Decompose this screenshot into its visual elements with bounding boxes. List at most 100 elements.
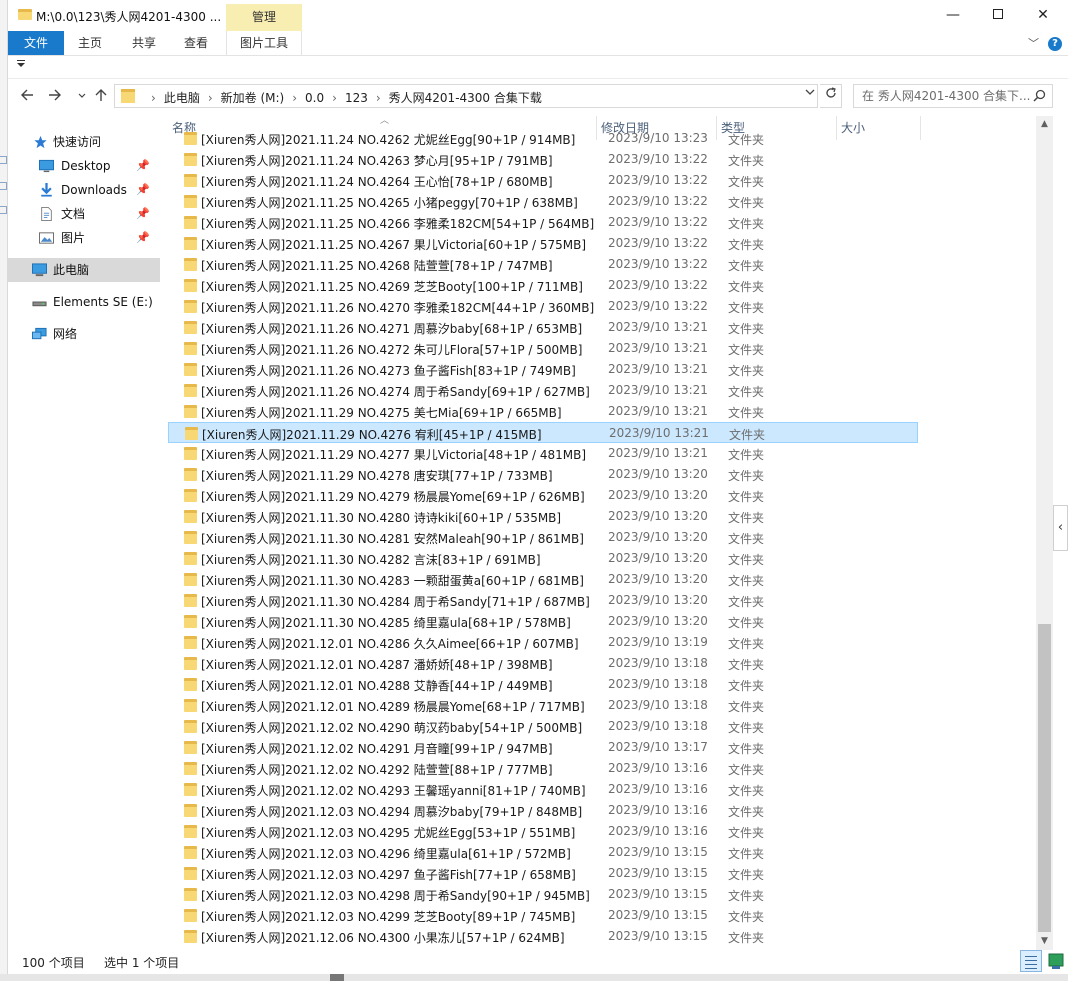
scroll-up-arrow-icon[interactable]: ▲ [1036, 116, 1053, 133]
scroll-down-arrow-icon[interactable]: ▼ [1036, 933, 1053, 950]
table-row[interactable]: [Xiuren秀人网]2021.12.02 NO.4290 萌汉药baby[54… [168, 716, 918, 737]
maximize-button[interactable] [975, 0, 1021, 31]
table-row[interactable]: [Xiuren秀人网]2021.12.01 NO.4288 艾静香[44+1P … [168, 674, 918, 695]
search-input[interactable] [854, 85, 1030, 107]
table-row[interactable]: [Xiuren秀人网]2021.11.26 NO.4274 周于希Sandy[6… [168, 380, 918, 401]
breadcrumb-this-pc[interactable]: 此电脑 [164, 91, 200, 105]
table-row[interactable]: [Xiuren秀人网]2021.12.02 NO.4292 陆萱萱[88+1P … [168, 758, 918, 779]
search-icon[interactable] [1033, 89, 1046, 102]
table-row[interactable]: [Xiuren秀人网]2021.11.30 NO.4281 安然Maleah[9… [168, 527, 918, 548]
nav-item-desktop[interactable]: Desktop 📌 [8, 154, 160, 178]
tab-view[interactable]: 查看 [172, 31, 220, 55]
table-row[interactable]: [Xiuren秀人网]2021.11.29 NO.4276 宥利[45+1P /… [168, 422, 918, 443]
table-row[interactable]: [Xiuren秀人网]2021.11.25 NO.4265 小猪peggy[70… [168, 191, 918, 212]
table-row[interactable]: [Xiuren秀人网]2021.11.30 NO.4284 周于希Sandy[7… [168, 590, 918, 611]
table-row[interactable]: [Xiuren秀人网]2021.11.24 NO.4262 尤妮丝Egg[90+… [168, 128, 918, 149]
table-row[interactable]: [Xiuren秀人网]2021.12.02 NO.4291 月音瞳[99+1P … [168, 737, 918, 758]
breadcrumb-current-folder[interactable]: 秀人网4201-4300 合集下载 [389, 91, 542, 105]
table-row[interactable]: [Xiuren秀人网]2021.11.30 NO.4285 绮里嘉ula[68+… [168, 611, 918, 632]
table-row[interactable]: [Xiuren秀人网]2021.12.03 NO.4296 绮里嘉ula[61+… [168, 842, 918, 863]
table-row[interactable]: [Xiuren秀人网]2021.12.01 NO.4287 潘娇娇[48+1P … [168, 653, 918, 674]
preview-pane-toggle[interactable]: ‹ [1053, 505, 1068, 551]
table-row[interactable]: [Xiuren秀人网]2021.11.30 NO.4283 一颗甜蛋黄a[60+… [168, 569, 918, 590]
table-row[interactable]: [Xiuren秀人网]2021.11.29 NO.4275 美七Mia[69+1… [168, 401, 918, 422]
table-row[interactable]: [Xiuren秀人网]2021.12.03 NO.4299 芝芝Booty[89… [168, 905, 918, 926]
folder-icon [184, 384, 197, 397]
file-type: 文件夹 [728, 763, 765, 777]
nav-item-this-pc[interactable]: 此电脑 [8, 258, 160, 282]
close-button[interactable]: ✕ [1020, 0, 1066, 31]
nav-item-quick-access[interactable]: 快速访问 [8, 130, 160, 154]
nav-item-downloads[interactable]: Downloads 📌 [8, 178, 160, 202]
refresh-button[interactable] [820, 84, 842, 108]
file-modified: 2023/9/10 13:22 [608, 278, 708, 292]
table-row[interactable]: [Xiuren秀人网]2021.12.03 NO.4294 周慕汐baby[79… [168, 800, 918, 821]
table-row[interactable]: [Xiuren秀人网]2021.11.29 NO.4279 杨晨晨Yome[69… [168, 485, 918, 506]
table-row[interactable]: [Xiuren秀人网]2021.12.03 NO.4297 鱼子酱Fish[77… [168, 863, 918, 884]
breadcrumb-separator-icon[interactable]: › [332, 91, 337, 105]
table-row[interactable]: [Xiuren秀人网]2021.11.25 NO.4269 芝芝Booty[10… [168, 275, 918, 296]
table-row[interactable]: [Xiuren秀人网]2021.12.01 NO.4286 久久Aimee[66… [168, 632, 918, 653]
file-name: [Xiuren秀人网]2021.11.24 NO.4262 尤妮丝Egg[90+… [201, 133, 576, 147]
table-row[interactable]: [Xiuren秀人网]2021.11.26 NO.4271 周慕汐baby[68… [168, 317, 918, 338]
tab-home[interactable]: 主页 [66, 31, 114, 55]
customize-toolbar-icon[interactable] [17, 60, 25, 71]
pin-icon[interactable]: 📌 [136, 178, 150, 202]
details-view-button[interactable] [1020, 950, 1042, 972]
table-row[interactable]: [Xiuren秀人网]2021.11.29 NO.4277 果儿Victoria… [168, 443, 918, 464]
recent-locations-button[interactable] [78, 91, 86, 102]
quick-access-toolbar [8, 57, 1068, 79]
breadcrumb-drive[interactable]: 新加卷 (M:) [221, 91, 285, 105]
table-row[interactable]: [Xiuren秀人网]2021.12.03 NO.4295 尤妮丝Egg[53+… [168, 821, 918, 842]
forward-button[interactable] [48, 87, 62, 106]
pin-icon[interactable]: 📌 [136, 226, 150, 250]
breadcrumb-separator-icon[interactable]: › [292, 91, 297, 105]
back-button[interactable] [20, 87, 34, 106]
table-row[interactable]: [Xiuren秀人网]2021.11.25 NO.4266 李雅柔182CM[5… [168, 212, 918, 233]
pin-icon[interactable]: 📌 [136, 202, 150, 226]
file-name: [Xiuren秀人网]2021.11.25 NO.4268 陆萱萱[78+1P … [201, 259, 553, 273]
minimize-button[interactable]: — [930, 0, 976, 31]
breadcrumb-separator-icon[interactable]: › [208, 91, 213, 105]
tab-share[interactable]: 共享 [120, 31, 168, 55]
table-row[interactable]: [Xiuren秀人网]2021.12.03 NO.4298 周于希Sandy[9… [168, 884, 918, 905]
computer-icon [32, 263, 47, 277]
table-row[interactable]: [Xiuren秀人网]2021.11.26 NO.4272 朱可儿Flora[5… [168, 338, 918, 359]
breadcrumb-folder-123[interactable]: 123 [345, 91, 368, 105]
table-row[interactable]: [Xiuren秀人网]2021.12.01 NO.4289 杨晨晨Yome[68… [168, 695, 918, 716]
up-button[interactable] [94, 87, 108, 106]
nav-item-documents[interactable]: 文档 📌 [8, 202, 160, 226]
folder-icon [184, 132, 197, 145]
table-row[interactable]: [Xiuren秀人网]2021.12.02 NO.4293 王馨瑶yanni[8… [168, 779, 918, 800]
breadcrumb-separator-icon[interactable]: › [376, 91, 381, 105]
vertical-scrollbar[interactable]: ▲ ▼ [1036, 116, 1053, 950]
table-row[interactable]: [Xiuren秀人网]2021.11.24 NO.4264 王心怡[78+1P … [168, 170, 918, 191]
table-row[interactable]: [Xiuren秀人网]2021.11.26 NO.4270 李雅柔182CM[4… [168, 296, 918, 317]
nav-item-pictures[interactable]: 图片 📌 [8, 226, 160, 250]
table-row[interactable]: [Xiuren秀人网]2021.11.25 NO.4268 陆萱萱[78+1P … [168, 254, 918, 275]
table-row[interactable]: [Xiuren秀人网]2021.12.06 NO.4300 小果冻儿[57+1P… [168, 926, 918, 947]
address-bar[interactable]: › 此电脑 › 新加卷 (M:) › 0.0 › 123 › 秀人网4201-4300 合集下载 [114, 84, 818, 108]
breadcrumb-folder-0-0[interactable]: 0.0 [305, 91, 324, 105]
nav-item-elements-se-drive[interactable]: Elements SE (E:) [8, 290, 160, 314]
table-row[interactable]: [Xiuren秀人网]2021.11.26 NO.4273 鱼子酱Fish[83… [168, 359, 918, 380]
table-row[interactable]: [Xiuren秀人网]2021.11.24 NO.4263 梦心月[95+1P … [168, 149, 918, 170]
large-icons-view-button[interactable] [1045, 950, 1067, 972]
scrollbar-thumb[interactable] [1038, 624, 1051, 932]
table-row[interactable]: [Xiuren秀人网]2021.11.30 NO.4280 诗诗kiki[60+… [168, 506, 918, 527]
picture-icon [39, 232, 54, 244]
column-divider[interactable] [920, 116, 921, 140]
pin-icon[interactable]: 📌 [136, 154, 150, 178]
breadcrumb-separator-icon[interactable]: › [151, 91, 156, 105]
table-row[interactable]: [Xiuren秀人网]2021.11.29 NO.4278 唐安琪[77+1P … [168, 464, 918, 485]
table-row[interactable]: [Xiuren秀人网]2021.11.25 NO.4267 果儿Victoria… [168, 233, 918, 254]
address-history-button[interactable] [805, 88, 815, 99]
help-button[interactable]: ? [1048, 37, 1062, 51]
folder-icon [184, 321, 197, 334]
tab-picture-tools[interactable]: 图片工具 [226, 31, 302, 55]
tab-file[interactable]: 文件 [8, 31, 64, 55]
search-box[interactable] [853, 84, 1053, 108]
ribbon-expand-chevron-icon[interactable]: ﹀ [1028, 35, 1039, 51]
nav-item-network[interactable]: 网络 [8, 322, 160, 346]
table-row[interactable]: [Xiuren秀人网]2021.11.30 NO.4282 言沫[83+1P /… [168, 548, 918, 569]
